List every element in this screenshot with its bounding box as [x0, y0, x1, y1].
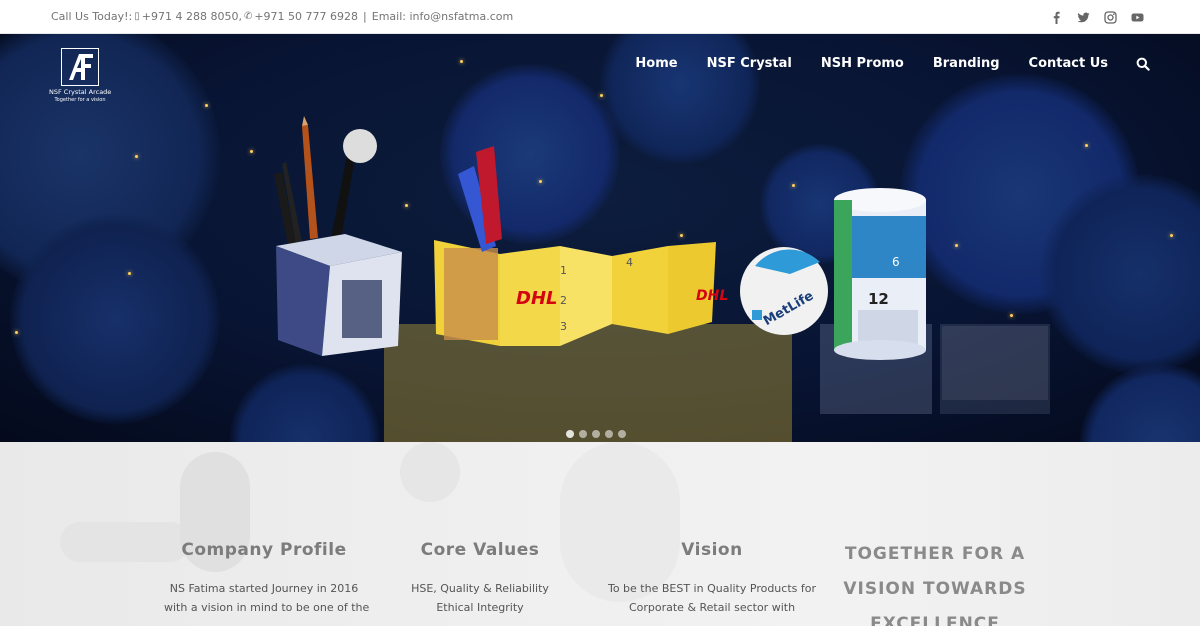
company-profile-text: NS Fatima started Journey in 2016 with a…	[164, 582, 370, 614]
nav-contact-us[interactable]: Contact Us	[1029, 56, 1108, 71]
mobile-icon: ▯	[134, 11, 140, 22]
phone-1[interactable]: +971 4 288 8050,	[142, 10, 242, 23]
instagram-icon[interactable]	[1104, 11, 1117, 24]
social-links	[1050, 11, 1144, 24]
company-profile-title: Company Profile	[181, 540, 347, 560]
nav-branding[interactable]: Branding	[933, 56, 1000, 71]
about-section: Company Profile NS Fatima started Journe…	[0, 442, 1200, 626]
company-profile-block: Company Profile NS Fatima started Journe…	[164, 540, 370, 617]
svg-text:DHL: DHL	[696, 288, 728, 304]
phone-2[interactable]: +971 50 777 6928	[254, 10, 358, 23]
vision-text: To be the BEST in Quality Products for C…	[607, 582, 816, 614]
search-icon[interactable]	[1136, 57, 1150, 71]
email-link[interactable]: Email: info@nsfatma.com	[372, 10, 513, 23]
contact-info: Call Us Today!: ▯ +971 4 288 8050, ✆ +97…	[51, 10, 513, 23]
site-logo[interactable]: NSF Crystal Arcade Together for a vision	[49, 48, 111, 106]
main-nav: Home NSF Crystal NSH Promo Branding Cont…	[606, 56, 1150, 71]
twitter-icon[interactable]	[1077, 11, 1090, 24]
slider-dot[interactable]	[618, 430, 626, 438]
youtube-icon[interactable]	[1131, 11, 1144, 24]
logo-tagline: Together for a vision	[54, 97, 106, 103]
product-showcase: DHL DHL 4 1 2 3 MetLife 6 12	[274, 116, 1050, 442]
facebook-icon[interactable]	[1050, 11, 1063, 24]
slider-dot[interactable]	[592, 430, 600, 438]
svg-text:2: 2	[560, 294, 567, 307]
svg-text:12: 12	[868, 290, 889, 308]
core-values-block: Core Values HSE, Quality & Reliability E…	[380, 540, 580, 617]
vision-block: Vision To be the BEST in Quality Product…	[602, 540, 822, 617]
slider-pagination	[566, 430, 626, 438]
call-label: Call Us Today!:	[51, 10, 133, 23]
logo-brand: NSF Crystal Arcade	[49, 88, 112, 96]
motto-heading: TOGETHER FOR A VISION TOWARDS EXCELLENCE	[843, 544, 1027, 626]
svg-text:6: 6	[892, 255, 900, 269]
logo-mark	[61, 48, 99, 86]
nav-nsf-crystal[interactable]: NSF Crystal	[707, 56, 792, 71]
hero-slider: DHL DHL 4 1 2 3 MetLife 6 12 NSF Crystal…	[0, 34, 1200, 442]
svg-text:4: 4	[626, 256, 633, 269]
slider-dot[interactable]	[605, 430, 613, 438]
vision-title: Vision	[681, 540, 743, 560]
svg-text:1: 1	[560, 264, 567, 277]
slider-dot[interactable]	[579, 430, 587, 438]
whatsapp-icon: ✆	[243, 11, 253, 22]
separator: |	[363, 10, 367, 23]
dhl-logo: DHL	[516, 288, 557, 309]
slider-dot[interactable]	[566, 430, 574, 438]
core-values-title: Core Values	[420, 540, 540, 560]
nav-nsh-promo[interactable]: NSH Promo	[821, 56, 904, 71]
background-faucet-shape	[400, 442, 460, 502]
core-values-text: HSE, Quality & Reliability Ethical Integ…	[411, 582, 549, 614]
svg-text:3: 3	[560, 320, 567, 333]
nav-home[interactable]: Home	[635, 56, 677, 71]
top-bar: Call Us Today!: ▯ +971 4 288 8050, ✆ +97…	[0, 0, 1200, 34]
